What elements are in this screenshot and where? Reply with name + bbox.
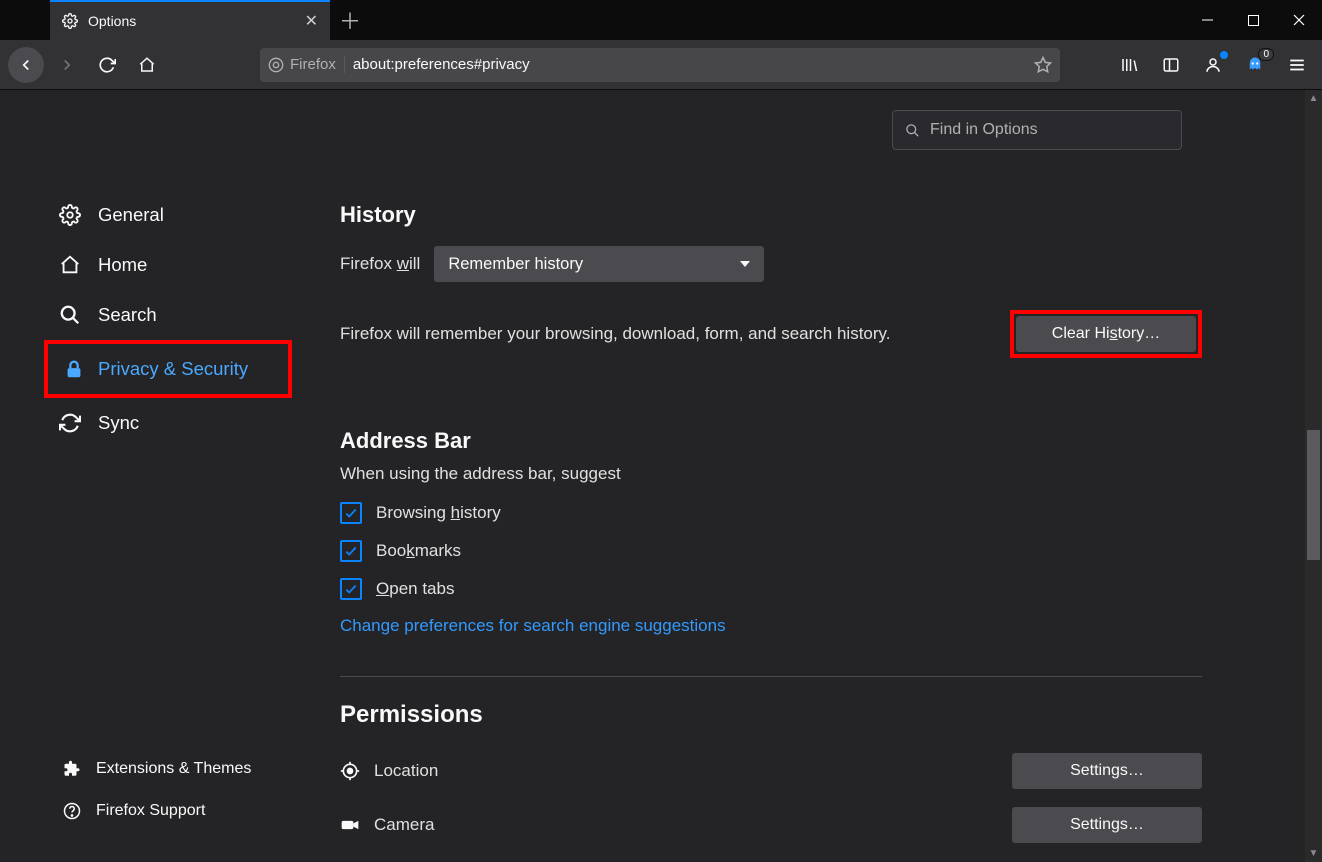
library-icon[interactable] <box>1112 48 1146 82</box>
url-bar[interactable]: Firefox about:preferences#privacy <box>260 48 1060 82</box>
sidebar-item-general[interactable]: General <box>0 190 300 240</box>
menu-button[interactable] <box>1280 48 1314 82</box>
checkbox-icon <box>340 502 362 524</box>
forward-button[interactable] <box>50 48 84 82</box>
sidebar-item-label: Firefox Support <box>96 802 205 820</box>
checkbox-browsing-history[interactable]: Browsing history <box>340 502 1202 524</box>
sidebar-item-label: Home <box>98 254 147 276</box>
sidebar-item-extensions[interactable]: Extensions & Themes <box>0 748 300 790</box>
checkbox-bookmarks[interactable]: Bookmarks <box>340 540 1202 562</box>
divider <box>340 676 1202 677</box>
sidebar-item-label: General <box>98 204 164 226</box>
checkbox-label: Bookmarks <box>376 541 461 561</box>
checkbox-icon <box>340 540 362 562</box>
checkbox-label: Open tabs <box>376 579 454 599</box>
clear-history-button[interactable]: Clear History… <box>1016 316 1196 352</box>
sidebar-item-home[interactable]: Home <box>0 240 300 290</box>
checkbox-open-tabs[interactable]: Open tabs <box>340 578 1202 600</box>
bookmark-star-icon[interactable] <box>1034 56 1052 74</box>
address-bar-heading: Address Bar <box>340 428 1202 454</box>
help-icon <box>60 802 84 820</box>
tab-title: Options <box>88 13 136 29</box>
address-bar-subtext: When using the address bar, suggest <box>340 464 1202 484</box>
content: General Home Search Privacy & Security S… <box>0 90 1322 862</box>
scroll-down-arrow[interactable]: ▼ <box>1305 845 1322 862</box>
permission-camera-row: Camera Settings… <box>340 807 1202 843</box>
checkbox-icon <box>340 578 362 600</box>
sidebar-item-privacy[interactable]: Privacy & Security <box>44 340 292 398</box>
location-icon <box>340 761 360 781</box>
sidebar-item-support[interactable]: Firefox Support <box>0 790 300 832</box>
sidebar-item-label: Search <box>98 304 157 326</box>
sidebar-footer: Extensions & Themes Firefox Support <box>0 748 300 862</box>
scrollbar-vertical[interactable]: ▲ ▼ <box>1305 90 1322 862</box>
puzzle-icon <box>60 760 84 778</box>
camera-settings-button[interactable]: Settings… <box>1012 807 1202 843</box>
scroll-up-arrow[interactable]: ▲ <box>1305 90 1322 107</box>
sidebar-item-sync[interactable]: Sync <box>0 398 300 448</box>
identity-box[interactable]: Firefox <box>268 56 345 73</box>
sidebar-item-label: Sync <box>98 412 139 434</box>
titlebar: Options ✕ ＋ <box>0 0 1322 40</box>
gear-icon <box>62 13 78 29</box>
reload-button[interactable] <box>90 48 124 82</box>
permission-label: Camera <box>374 815 434 835</box>
history-heading: History <box>340 202 1202 228</box>
find-in-options[interactable]: Find in Options <box>892 110 1182 150</box>
sidebar-toggle-icon[interactable] <box>1154 48 1188 82</box>
home-icon <box>58 254 82 276</box>
close-tab-icon[interactable]: ✕ <box>305 11 318 31</box>
lock-icon <box>62 358 86 380</box>
camera-icon <box>340 815 360 835</box>
navbar: Firefox about:preferences#privacy 0 <box>0 40 1322 90</box>
window-controls <box>1184 0 1322 40</box>
permission-label: Location <box>374 761 438 781</box>
url-text: about:preferences#privacy <box>353 56 530 73</box>
main-panel: Find in Options History Firefox will Rem… <box>300 90 1322 862</box>
scrollbar-thumb[interactable] <box>1307 430 1320 560</box>
sync-icon <box>58 412 82 434</box>
permissions-heading: Permissions <box>340 701 1202 729</box>
search-suggestions-link[interactable]: Change preferences for search engine sug… <box>340 616 1202 636</box>
home-button[interactable] <box>130 48 164 82</box>
history-mode-row: Firefox will Remember history <box>340 246 1202 282</box>
account-icon[interactable] <box>1196 48 1230 82</box>
gear-icon <box>58 204 82 226</box>
location-settings-button[interactable]: Settings… <box>1012 753 1202 789</box>
close-window-button[interactable] <box>1276 0 1322 40</box>
checkbox-label: Browsing history <box>376 503 501 523</box>
firefox-will-label: Firefox will <box>340 254 420 274</box>
history-description: Firefox will remember your browsing, dow… <box>340 324 891 344</box>
search-icon <box>58 304 82 326</box>
sidebar-item-label: Extensions & Themes <box>96 760 251 778</box>
ghostery-icon[interactable]: 0 <box>1238 48 1272 82</box>
toolbar-right: 0 <box>1112 48 1314 82</box>
ghostery-badge-count: 0 <box>1258 48 1274 61</box>
new-tab-button[interactable]: ＋ <box>330 0 370 40</box>
back-button[interactable] <box>8 47 44 83</box>
clear-history-highlight: Clear History… <box>1010 310 1202 358</box>
identity-label: Firefox <box>290 56 336 73</box>
browser-tab[interactable]: Options ✕ <box>50 0 330 40</box>
minimize-button[interactable] <box>1184 0 1230 40</box>
sidebar: General Home Search Privacy & Security S… <box>0 90 300 862</box>
maximize-button[interactable] <box>1230 0 1276 40</box>
permission-location-row: Location Settings… <box>340 753 1202 789</box>
sidebar-item-label: Privacy & Security <box>98 358 248 380</box>
history-mode-dropdown[interactable]: Remember history <box>434 246 764 282</box>
dropdown-value: Remember history <box>448 255 583 274</box>
search-placeholder: Find in Options <box>930 121 1038 139</box>
sidebar-item-search[interactable]: Search <box>0 290 300 340</box>
